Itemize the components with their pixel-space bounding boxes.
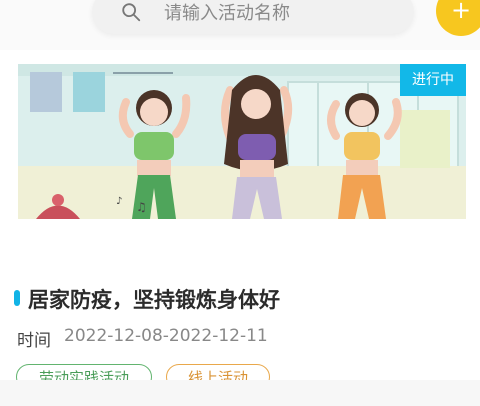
activity-title[interactable]: 居家防疫，坚持锻炼身体好 <box>28 284 280 314</box>
time-label: 时间 <box>17 331 51 351</box>
svg-text:♫: ♫ <box>136 200 147 214</box>
activity-card[interactable]: ♪ ♫ 进行中 居家防疫，坚持锻炼身体好 时间 2022-12-08-2022-… <box>0 50 480 390</box>
time-value: 2022-12-08-2022-12-11 <box>64 326 268 346</box>
svg-text:♪: ♪ <box>116 196 122 207</box>
activity-banner-image: ♪ ♫ 进行中 <box>18 64 466 219</box>
status-badge: 进行中 <box>400 64 466 96</box>
add-button[interactable]: + <box>436 0 480 36</box>
title-marker <box>14 290 20 306</box>
search-icon <box>122 3 141 22</box>
exercise-illustration: ♪ ♫ <box>18 64 466 219</box>
search-input[interactable] <box>162 0 396 28</box>
bottom-spacing <box>0 380 480 406</box>
top-bar: + <box>0 0 480 50</box>
search-bar[interactable] <box>92 0 414 34</box>
